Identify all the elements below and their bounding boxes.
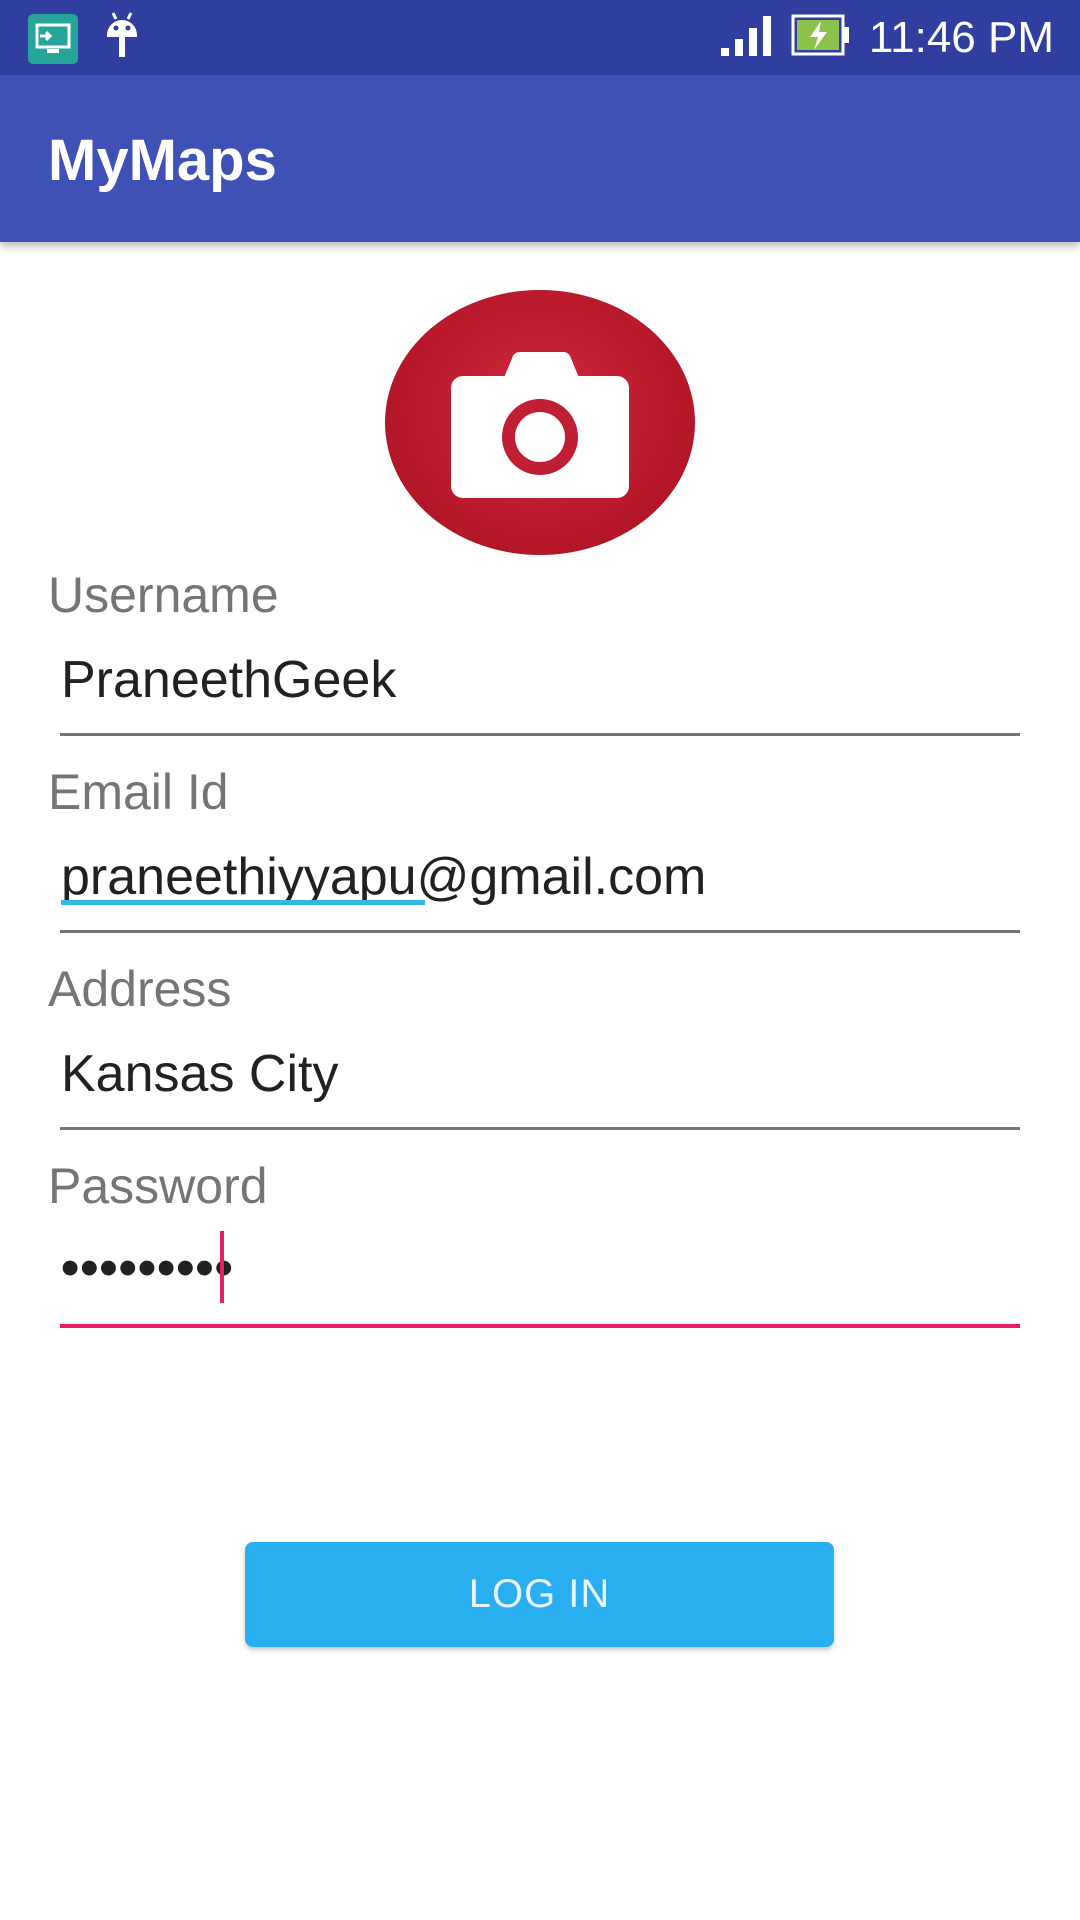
email-label: Email Id [48, 764, 229, 820]
email-input[interactable]: praneethiyyapu@gmail.com [61, 847, 706, 907]
profile-photo-button[interactable] [385, 290, 695, 555]
address-underline [60, 1127, 1020, 1130]
signal-icon [719, 12, 773, 63]
app-bar: MyMaps [0, 75, 1080, 242]
battery-charging-icon [791, 14, 851, 61]
email-underline [60, 930, 1020, 933]
address-input[interactable]: Kansas City [61, 1044, 338, 1104]
password-label: Password [48, 1158, 268, 1214]
status-time: 11:46 PM [868, 12, 1054, 62]
password-underline [60, 1324, 1020, 1328]
status-bar-left [28, 11, 140, 66]
camera-icon [451, 352, 629, 498]
username-underline [60, 733, 1020, 736]
username-label: Username [48, 567, 279, 623]
spellcheck-underline [61, 900, 425, 905]
login-button[interactable]: LOG IN [245, 1542, 834, 1647]
status-bar-right: 11:46 PM [719, 0, 1054, 75]
screencast-icon [28, 13, 78, 64]
status-bar: 11:46 PM [0, 0, 1080, 75]
android-icon [104, 11, 140, 66]
address-label: Address [48, 961, 232, 1017]
password-input[interactable]: ••••••••• [61, 1238, 234, 1298]
text-cursor [220, 1231, 224, 1303]
app-title: MyMaps [48, 128, 277, 193]
username-input[interactable]: PraneethGeek [61, 650, 396, 710]
